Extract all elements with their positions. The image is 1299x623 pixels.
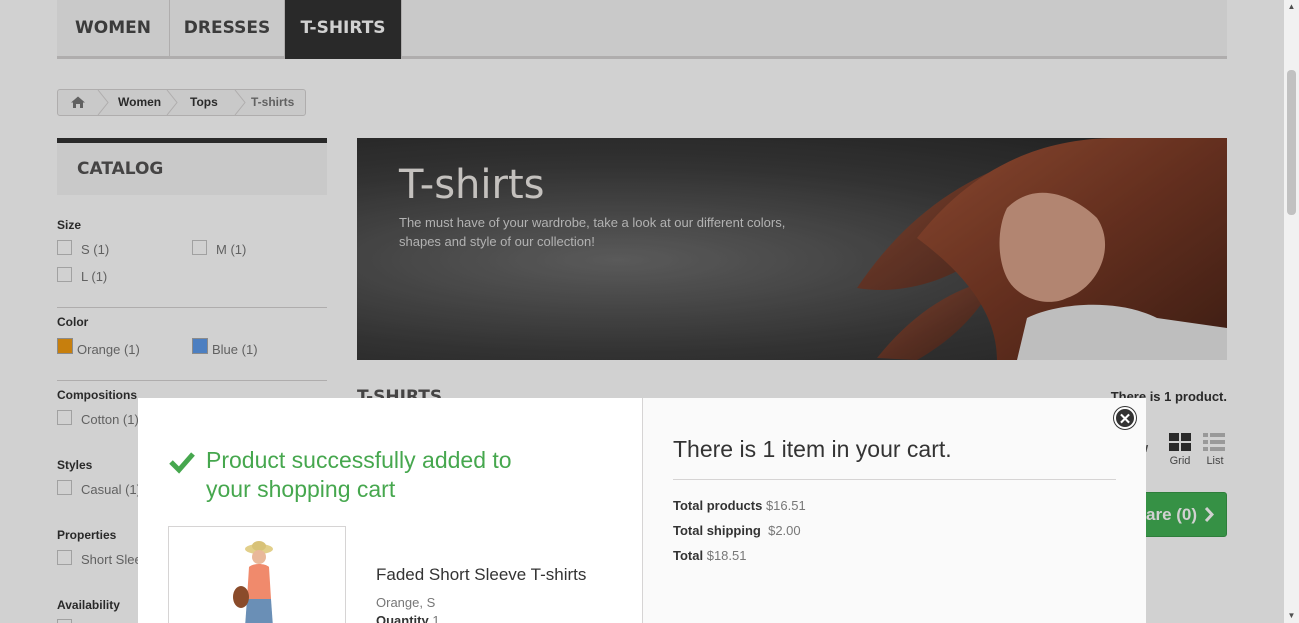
scroll-up-arrow-icon[interactable]: ▲: [1287, 2, 1296, 11]
total-shipping-value: $2.00: [768, 523, 801, 538]
cart-heading: There is 1 item in your cart.: [673, 436, 952, 462]
divider: [673, 479, 1116, 480]
total-shipping-label: Total shipping: [673, 523, 761, 538]
product-quantity: Quantity 1: [376, 613, 440, 623]
total-line: Total $18.51: [673, 548, 746, 563]
add-to-cart-popup: Product successfully added to your shopp…: [138, 398, 1146, 623]
product-image: [168, 526, 346, 623]
checkmark-icon: [168, 450, 196, 479]
popup-cart-panel: There is 1 item in your cart. Total prod…: [643, 398, 1146, 623]
close-icon[interactable]: ✕: [1114, 407, 1136, 429]
scroll-down-arrow-icon[interactable]: ▼: [1287, 611, 1296, 620]
total-label: Total: [673, 548, 704, 563]
quantity-label: Quantity: [376, 613, 429, 623]
product-attributes: Orange, S: [376, 595, 436, 610]
total-shipping-line: Total shipping $2.00: [673, 523, 801, 538]
total-value: $18.51: [706, 548, 747, 563]
total-products-label: Total products: [673, 498, 763, 513]
popup-product-panel: Product successfully added to your shopp…: [138, 398, 643, 623]
success-message: Product successfully added to your shopp…: [206, 447, 512, 502]
total-products-value: $16.51: [765, 498, 806, 513]
scrollbar-thumb[interactable]: [1287, 70, 1296, 215]
product-name: Faded Short Sleeve T-shirts: [376, 565, 587, 584]
total-products-line: Total products $16.51: [673, 498, 806, 513]
quantity-value: 1: [432, 613, 440, 623]
